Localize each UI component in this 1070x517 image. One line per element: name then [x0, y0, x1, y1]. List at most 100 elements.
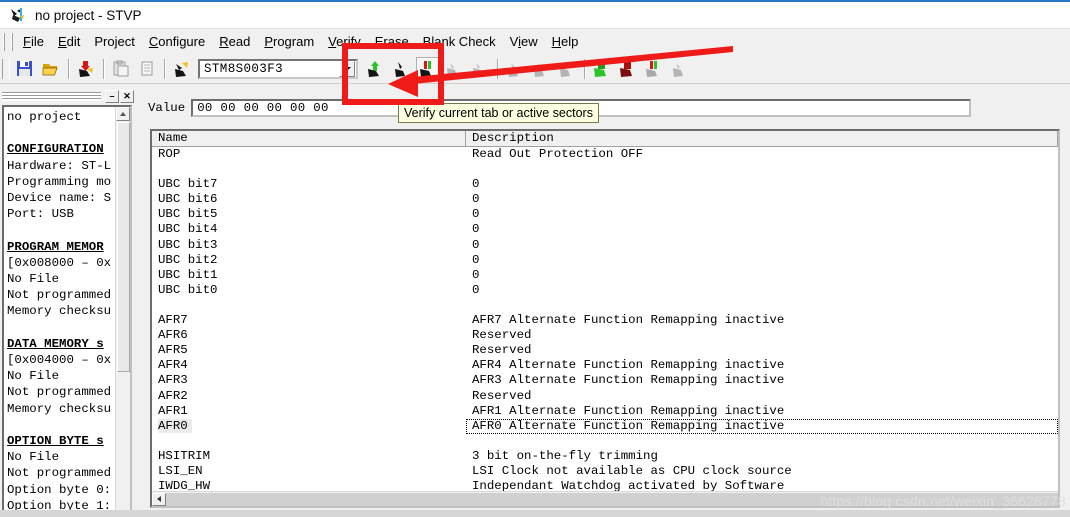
title-bar: no project - STVP — [0, 0, 1070, 28]
menu-item-help[interactable]: Help — [545, 31, 586, 52]
option-bytes-grid[interactable]: Name Description ROP Read Out Protection … — [150, 129, 1060, 508]
menu-item-edit[interactable]: Edit — [51, 31, 87, 52]
main-toolbar: STM8S003F3 — [0, 54, 1070, 84]
table-row[interactable]: AFR4 AFR4 Alternate Function Remapping in… — [152, 358, 1058, 373]
table-row[interactable]: AFR0 AFR0 Alternate Function Remapping in… — [152, 418, 1058, 434]
bee-green-up-icon — [368, 60, 379, 77]
table-row[interactable]: UBC bit6 0 — [152, 192, 1058, 207]
toolbar-drag-grip[interactable] — [2, 59, 10, 79]
program-all-red-button[interactable] — [616, 57, 640, 80]
table-row[interactable]: AFR1 AFR1 Alternate Function Remapping in… — [152, 404, 1058, 419]
cell-description: 3 bit on-the-fly trimming — [472, 448, 658, 463]
caption-grip — [2, 91, 101, 101]
table-row[interactable] — [152, 162, 1058, 177]
grid-header: Name Description — [152, 131, 1058, 147]
watermark-text: https://blog.csdn.net/weixin_36628778 — [820, 493, 1066, 509]
cell-name: UBC bit7 — [158, 177, 218, 192]
menu-bar: File Edit Project Configure Read Program… — [0, 28, 1070, 54]
menu-item-blank-check[interactable]: Blank Check — [416, 31, 503, 52]
column-header-description[interactable]: Description — [466, 131, 1058, 146]
program-tab-button[interactable] — [390, 57, 414, 80]
open-button[interactable] — [39, 57, 63, 80]
project-panel-scrollbar[interactable] — [115, 107, 130, 511]
open-folder-icon — [42, 64, 58, 76]
save-button[interactable] — [13, 57, 37, 80]
menu-item-configure[interactable]: Configure — [142, 31, 212, 52]
scrollbar-thumb[interactable] — [116, 122, 130, 372]
device-config-button[interactable] — [170, 57, 194, 80]
cell-description: 0 — [472, 177, 480, 192]
cell-name: IWDG_HW — [158, 479, 211, 491]
menu-item-program[interactable]: Program — [257, 31, 321, 52]
cell-name: UBC bit2 — [158, 252, 218, 267]
cell-description — [466, 434, 1058, 449]
table-row[interactable]: IWDG_HW Independant Watchdog activated by… — [152, 479, 1058, 491]
scroll-up-icon[interactable] — [116, 107, 130, 121]
table-row[interactable]: AFR3 AFR3 Alternate Function Remapping in… — [152, 373, 1058, 388]
table-row[interactable]: UBC bit3 0 — [152, 238, 1058, 253]
bee-green-icon — [594, 60, 606, 77]
bee-gray-icon — [508, 62, 518, 77]
cell-name: AFR1 — [158, 403, 188, 418]
cell-name: AFR3 — [158, 373, 188, 388]
blank-check-tab-button — [468, 57, 492, 80]
bee-down-red-icon — [79, 60, 93, 77]
menu-item-view[interactable]: View — [503, 31, 545, 52]
table-row[interactable]: LSI_EN LSI Clock not available as CPU clo… — [152, 464, 1058, 479]
cell-description: Read Out Protection OFF — [472, 147, 644, 161]
erase-tab-button — [442, 57, 466, 80]
download-button[interactable] — [74, 57, 98, 80]
menu-drag-grip[interactable] — [3, 32, 13, 51]
table-row[interactable]: AFR6 Reserved — [152, 328, 1058, 343]
cell-name: ROP — [158, 147, 181, 161]
cell-name — [152, 434, 466, 449]
project-panel: – ✕ no project CONFIGURATION Hardware: S… — [0, 88, 136, 517]
read-tab-button[interactable] — [364, 57, 388, 80]
menu-item-erase[interactable]: Erase — [368, 31, 416, 52]
cell-name: UBC bit3 — [158, 237, 218, 252]
read-all-green-button[interactable] — [590, 57, 614, 80]
bee-green-red-icon — [646, 60, 657, 77]
table-row[interactable]: AFR5 Reserved — [152, 343, 1058, 358]
cell-description: 0 — [472, 252, 480, 267]
cell-description: LSI Clock not available as CPU clock sou… — [472, 463, 792, 478]
bee-gray-icon — [673, 62, 683, 77]
project-panel-caption: – ✕ — [0, 88, 136, 104]
device-select[interactable]: STM8S003F3 — [198, 58, 358, 79]
table-row[interactable]: AFR2 Reserved — [152, 389, 1058, 404]
bee-darkred-icon — [620, 60, 632, 77]
table-row[interactable]: UBC bit1 0 — [152, 268, 1058, 283]
cell-name: UBC bit5 — [158, 207, 218, 222]
table-row[interactable]: UBC bit4 0 — [152, 222, 1058, 237]
menu-item-verify[interactable]: Verify — [321, 31, 368, 52]
table-row[interactable]: UBC bit5 0 — [152, 207, 1058, 222]
column-header-name[interactable]: Name — [152, 131, 466, 146]
close-icon[interactable]: ✕ — [120, 89, 134, 103]
program-all-button — [529, 57, 553, 80]
cell-description: 0 — [472, 222, 480, 237]
bee-black-icon — [395, 61, 405, 77]
grid-body[interactable]: ROP Read Out Protection OFF UBC bit7 0 UBC b… — [152, 147, 1058, 491]
menu-item-file[interactable]: File — [16, 31, 51, 52]
verify-all-mixed-button[interactable] — [642, 57, 666, 80]
toolbar-tooltip: Verify current tab or active sectors — [398, 103, 599, 123]
bee-gray-icon — [473, 62, 483, 77]
cell-name: UBC bit1 — [158, 267, 218, 282]
cell-description: 0 — [472, 267, 480, 282]
table-row[interactable]: AFR7 AFR7 Alternate Function Remapping in… — [152, 313, 1058, 328]
menu-item-project[interactable]: Project — [87, 31, 141, 52]
table-row[interactable] — [152, 434, 1058, 449]
scroll-left-icon[interactable] — [152, 492, 166, 506]
bee-gray-icon — [534, 62, 544, 77]
table-row[interactable]: HSITRIM 3 bit on-the-fly trimming — [152, 449, 1058, 464]
table-row[interactable]: ROP Read Out Protection OFF — [152, 147, 1058, 162]
restore-button[interactable]: – — [105, 89, 119, 103]
table-row[interactable]: UBC bit7 0 — [152, 177, 1058, 192]
table-row[interactable]: UBC bit2 0 — [152, 253, 1058, 268]
verify-tab-button[interactable] — [416, 57, 440, 80]
table-row[interactable]: UBC bit0 0 — [152, 283, 1058, 298]
table-row[interactable] — [152, 298, 1058, 313]
chevron-down-icon[interactable] — [339, 60, 355, 77]
cell-description: 0 — [472, 192, 480, 207]
menu-item-read[interactable]: Read — [212, 31, 257, 52]
